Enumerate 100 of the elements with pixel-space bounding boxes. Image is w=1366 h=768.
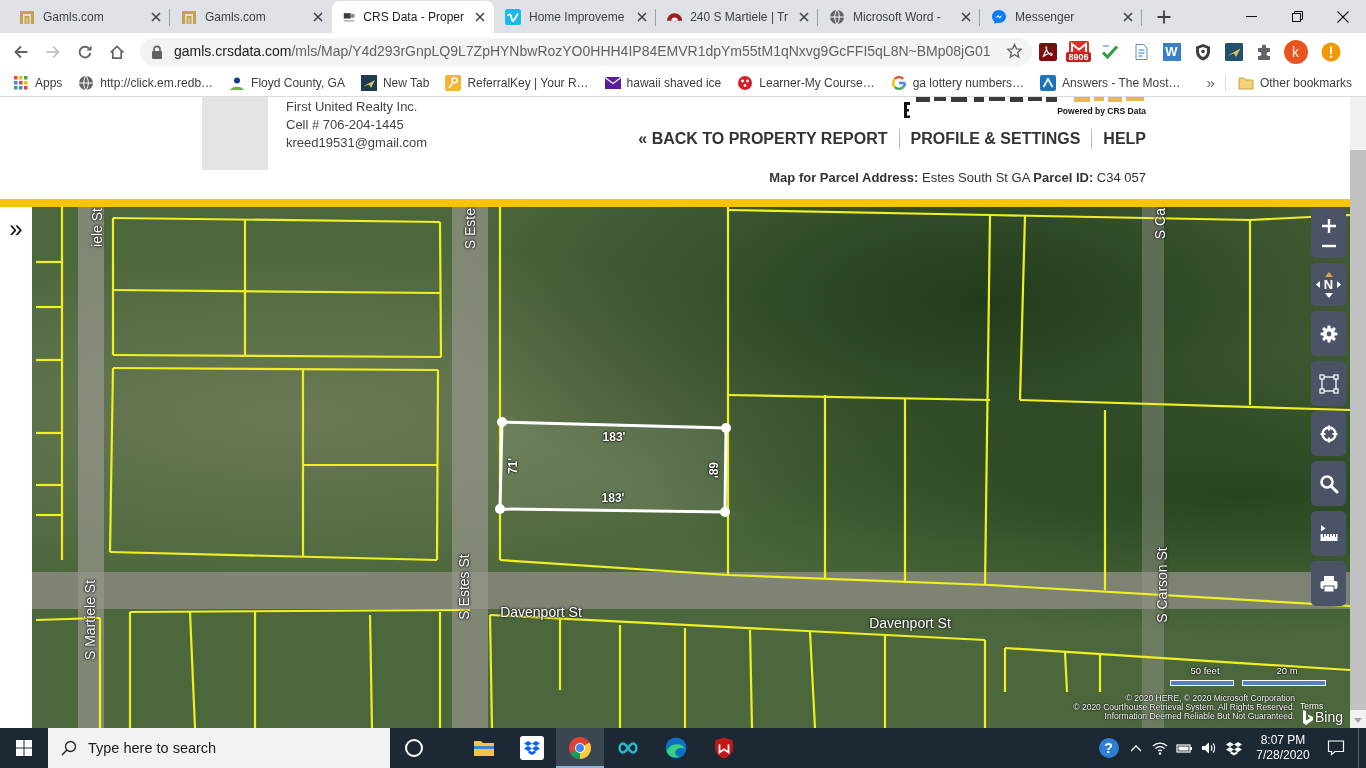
globe-icon xyxy=(78,75,95,91)
b-logo-icon xyxy=(1303,709,1313,725)
zoom-in-icon[interactable] xyxy=(1320,218,1337,234)
scale-label: 20 m xyxy=(1276,663,1298,678)
square-handles-icon xyxy=(1318,373,1339,394)
scale-bar-icon xyxy=(1170,680,1234,686)
close-icon[interactable] xyxy=(1337,10,1349,23)
taskbar-button[interactable] xyxy=(556,728,604,768)
printer-icon xyxy=(1318,573,1339,594)
street-label: S Ca xyxy=(1152,208,1168,240)
help-tray-button[interactable]: ? xyxy=(1098,738,1119,758)
speaker-icon[interactable] xyxy=(1201,740,1218,756)
reload-icon[interactable] xyxy=(77,43,93,60)
bookmark-folder[interactable]: Other bookmarks xyxy=(1229,74,1366,92)
back-arrow-icon[interactable] xyxy=(13,43,29,60)
nav-link[interactable]: HELP xyxy=(1103,127,1146,151)
right-arrow-icon[interactable] xyxy=(1337,281,1342,288)
logo-tagline: Powered by CRS Data xyxy=(1057,106,1146,116)
dimension-label: 71' xyxy=(506,457,520,475)
dimension-label: 183' xyxy=(602,430,626,444)
tab[interactable]: CRS Data - Proper xyxy=(332,1,494,33)
locate-button[interactable] xyxy=(1311,411,1346,456)
bookmark[interactable]: ReferralKey | Your R… xyxy=(437,74,597,92)
clock-date[interactable]: 7/28/2020 xyxy=(1256,748,1310,763)
apps-grid-icon xyxy=(13,75,29,91)
chat-bubble-icon xyxy=(991,9,1007,25)
nav-link[interactable]: « BACK TO PROPERTY REPORT xyxy=(638,127,888,151)
measure-button[interactable] xyxy=(1311,511,1346,556)
bird-tile-icon[interactable] xyxy=(1224,42,1243,61)
bookmark[interactable]: Apps xyxy=(5,74,71,92)
dimension-label: 68' xyxy=(706,461,720,479)
scale-bar-icon xyxy=(1242,680,1326,686)
restore-icon[interactable] xyxy=(1291,11,1303,22)
caret-tile-icon xyxy=(1040,75,1057,91)
new-tab-plus-icon[interactable] xyxy=(1156,8,1172,25)
letter-tile-button[interactable]: W xyxy=(1162,42,1181,61)
sidebar-toggle-button[interactable]: » xyxy=(9,218,23,242)
tab[interactable]: Microsoft Word - xyxy=(818,1,980,33)
profile-avatar[interactable]: k xyxy=(1283,39,1308,64)
selected-parcel-outline[interactable] xyxy=(495,417,731,517)
tab[interactable]: Gamls.com xyxy=(170,1,332,33)
tab[interactable]: Messenger xyxy=(980,1,1142,33)
bookmark[interactable]: Answers - The Most… xyxy=(1032,74,1189,92)
left-arrow-icon[interactable] xyxy=(1315,281,1320,288)
wifi-icon[interactable] xyxy=(1152,740,1169,756)
lock-icon xyxy=(151,44,163,59)
bars-logo-icon xyxy=(19,9,35,25)
address-bar[interactable]: gamls.crsdata.com/mls/Map/Y4d293rGnpLQ9L7ZpHYNbwRozYO0HHH4IP84EMVR1dpYm55tM1qNxvg9GcFFI5qL8N~BMp08jG01 xyxy=(140,37,1032,66)
search-field[interactable]: Type here to search xyxy=(48,728,390,768)
bookmarks-overflow-button[interactable]: » xyxy=(1200,71,1221,95)
attribution-text: © 2020 Courthouse Retrieval System. All Rights Reserved. xyxy=(1073,703,1295,712)
street-label: Davenport St xyxy=(869,615,951,631)
nav-link[interactable]: PROFILE & SETTINGS xyxy=(910,127,1081,151)
four-panes-logo-icon[interactable] xyxy=(16,740,32,756)
squiggle-tile-icon[interactable] xyxy=(1038,42,1057,61)
up-arrow-icon[interactable] xyxy=(1324,271,1333,277)
select-area-button[interactable] xyxy=(1311,361,1346,406)
search-button[interactable] xyxy=(1311,461,1346,506)
wheel-logo-icon xyxy=(568,736,592,760)
tab[interactable]: 240 S Martiele | Tr xyxy=(656,1,818,33)
parcel-info-text: Map for Parcel Address: Estes South St GA Parcel ID: C34 057 xyxy=(769,169,1146,187)
globe-icon xyxy=(829,9,845,25)
bookmark-star-icon[interactable] xyxy=(1006,43,1023,60)
attribution-text: Information Deemed Reliable But Not Guaranteed. xyxy=(1104,712,1295,721)
envelope-icon xyxy=(604,75,621,91)
v-logo-icon xyxy=(505,9,521,25)
checkmark-icon[interactable] xyxy=(1100,42,1119,61)
bookmark[interactable]: New Tab xyxy=(352,74,438,92)
bars-logo-icon xyxy=(181,9,197,25)
ring-logo-icon xyxy=(890,75,907,91)
home-icon[interactable] xyxy=(109,43,125,60)
bookmark[interactable]: Floyd County, GA xyxy=(221,74,353,92)
street-label: S Estes St xyxy=(456,554,472,620)
scale-label: 50 feet xyxy=(1190,663,1220,678)
bookmark[interactable]: Learner-My Course… xyxy=(729,74,883,92)
person-icon xyxy=(229,75,246,91)
bird-tile-icon xyxy=(360,75,377,91)
clock-time[interactable]: 8:07 PM xyxy=(1260,733,1306,748)
message-icon[interactable] xyxy=(1327,739,1345,757)
settings-button[interactable] xyxy=(1311,311,1346,356)
box-logo-icon[interactable] xyxy=(1225,740,1242,756)
box-logo-icon xyxy=(520,736,544,760)
down-arrow-icon[interactable] xyxy=(1324,292,1333,298)
bookmark[interactable]: http://click.em.redb… xyxy=(70,74,222,92)
print-button[interactable] xyxy=(1311,561,1346,606)
agent-info-text: First United Realty Inc. xyxy=(286,98,419,116)
tab[interactable]: Home Improveme xyxy=(494,1,656,33)
compass-button[interactable]: N xyxy=(1311,263,1346,306)
zoom-out-icon[interactable] xyxy=(1320,244,1337,248)
attribution-text: © 2020 HERE, © 2020 Microsoft Corporation xyxy=(1125,694,1295,703)
notification-count: 8906 xyxy=(1066,52,1091,62)
bookmark[interactable]: ga lottery numbers… xyxy=(882,74,1033,92)
gear-icon xyxy=(1318,323,1339,344)
arch-logo-icon xyxy=(667,13,683,21)
shield-icon[interactable] xyxy=(1193,42,1212,61)
bookmark[interactable]: hawaii shaved ice xyxy=(596,74,730,92)
street-label: iele St xyxy=(89,208,105,247)
tab[interactable]: Gamls.com xyxy=(8,1,170,33)
dotted-circle-icon xyxy=(737,75,754,91)
street-label: S Martiele St xyxy=(82,579,98,661)
